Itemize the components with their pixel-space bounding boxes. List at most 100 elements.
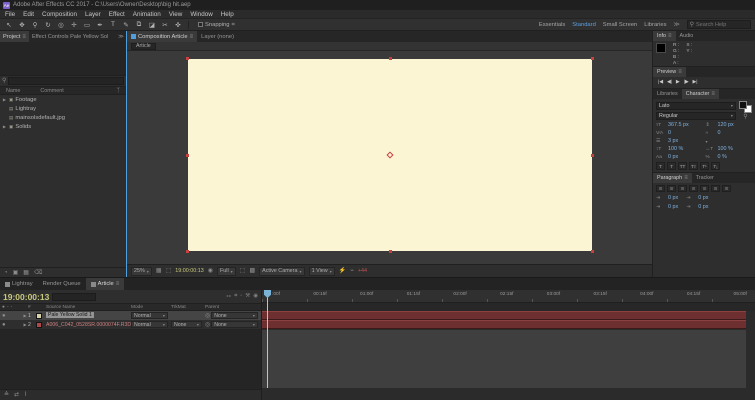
layer-row-1[interactable]: ● ▶ 1 Pale Yellow Solid 1 Normal ▾ ◎ Non… — [0, 311, 261, 320]
next-frame-button[interactable]: |▶ — [684, 80, 689, 85]
play-button[interactable]: ▶ — [676, 80, 680, 85]
transparency-grid-icon[interactable]: ▩ — [249, 268, 255, 274]
workspace-small-screen[interactable]: Small Screen — [603, 22, 637, 28]
font-style-dropdown[interactable]: Regular ▾ — [656, 111, 736, 120]
parent-header[interactable]: Parent — [205, 305, 261, 310]
fill-stroke-swatches[interactable] — [739, 101, 752, 113]
previous-frame-button[interactable]: ◀| — [667, 80, 672, 85]
tab-composition-article[interactable]: Composition Article ≡ — [127, 31, 198, 42]
layer-name[interactable]: A006_C042_0528SR.0000074F.R3D — [46, 322, 131, 328]
layer-name[interactable]: Pale Yellow Solid 1 — [46, 311, 94, 318]
magnification-dropdown[interactable]: 25% ▾ — [131, 266, 152, 276]
panel-menu-icon[interactable]: ≡ — [668, 33, 672, 39]
current-time-indicator-line[interactable] — [267, 290, 268, 388]
active-camera-dropdown[interactable]: Active Camera ▾ — [259, 266, 305, 276]
brush-tool-icon[interactable]: ✎ — [121, 21, 131, 29]
tab-preview[interactable]: Preview ≡ — [653, 67, 686, 77]
tab-project[interactable]: Project ≡ — [0, 31, 29, 42]
new-folder-icon[interactable]: ▣ — [13, 270, 19, 276]
trkmat-header[interactable]: TrkMat — [171, 305, 205, 310]
snapping-checkbox[interactable] — [198, 22, 203, 27]
composition-viewport[interactable] — [127, 51, 652, 264]
selection-tool-icon[interactable]: ↖ — [4, 21, 14, 29]
blend-mode-dropdown[interactable]: Normal ▾ — [131, 321, 168, 328]
snapping-options-icon[interactable]: ⌗ — [232, 22, 235, 28]
subscript-toggle[interactable]: T₁ — [711, 162, 720, 170]
frame-blending-icon[interactable]: ⚒ — [245, 293, 250, 300]
anchor-point-marker[interactable] — [385, 151, 394, 159]
edge-handle[interactable] — [185, 154, 189, 157]
justify-last-center-button[interactable]: ☰ — [700, 185, 709, 192]
parent-dropdown[interactable]: None ▾ — [211, 312, 258, 319]
menu-edit[interactable]: Edit — [23, 11, 34, 18]
tab-effect-controls[interactable]: Effect Controls Pale Yellow Sol — [29, 31, 111, 42]
tab-audio[interactable]: Audio — [676, 31, 698, 41]
workspace-standard[interactable]: Standard — [572, 22, 596, 28]
expand-transfer-controls-icon[interactable]: ⇄ — [14, 392, 19, 398]
faux-bold-toggle[interactable]: T — [656, 162, 665, 170]
menu-window[interactable]: Window — [190, 11, 212, 18]
corner-handle[interactable] — [590, 57, 594, 60]
mode-header[interactable]: Mode — [131, 305, 171, 310]
puppet-pin-tool-icon[interactable]: ✜ — [173, 21, 183, 29]
panel-menu-icon[interactable]: ≡ — [684, 175, 688, 181]
workspace-essentials[interactable]: Essentials — [539, 22, 565, 28]
composition-timecode[interactable]: 19:00:00:13 — [175, 268, 203, 274]
menu-view[interactable]: View — [169, 11, 183, 18]
tab-libraries[interactable]: Libraries — [653, 89, 682, 99]
composition-breadcrumb[interactable]: Article — [131, 42, 156, 50]
tab-info[interactable]: Info ≡ — [653, 31, 676, 41]
timeline-track-area[interactable]: :00f 00:15f 01:00f 01:15f 02:00f 02:15f … — [262, 290, 755, 400]
workspace-libraries[interactable]: Libraries — [644, 22, 666, 28]
workspace-overflow-icon[interactable]: ≫ — [674, 22, 680, 28]
shape-tool-icon[interactable]: ▭ — [82, 21, 92, 29]
roto-brush-tool-icon[interactable]: ✂ — [160, 21, 170, 29]
fast-previews-icon[interactable]: ⚡ — [339, 268, 346, 274]
clone-stamp-tool-icon[interactable]: ⧉ — [134, 21, 144, 29]
stroke-style-dropdown[interactable]: ▾ — [706, 139, 753, 144]
edge-handle[interactable] — [590, 154, 594, 157]
corner-handle[interactable] — [185, 57, 189, 60]
exposure-value[interactable]: +44 — [358, 268, 367, 274]
justify-all-button[interactable]: ☰ — [722, 185, 731, 192]
project-search-input[interactable] — [8, 77, 124, 85]
camera-tool-icon[interactable]: ◎ — [56, 21, 66, 29]
tab-character[interactable]: Character ≡ — [681, 89, 719, 99]
zoom-tool-icon[interactable]: ⚲ — [30, 21, 40, 29]
project-item-lightray[interactable]: ▤ Lightray — [0, 104, 126, 113]
layer-bar-2[interactable] — [262, 320, 746, 329]
superscript-toggle[interactable]: T¹ — [700, 162, 709, 170]
tsume-field[interactable]: % 0 % — [706, 154, 753, 160]
expand-in-out-icon[interactable]: ⌇ — [24, 392, 27, 398]
corner-handle[interactable] — [185, 250, 189, 253]
mask-visibility-icon[interactable]: ⬚ — [166, 268, 172, 274]
project-tabs-overflow-icon[interactable]: ≫ — [118, 34, 126, 40]
project-item-mainsolsdefault[interactable]: ▤ mainsolsdefault.jpg — [0, 113, 126, 122]
panel-menu-icon[interactable]: ≡ — [190, 34, 194, 40]
menu-composition[interactable]: Composition — [42, 11, 77, 18]
type-tool-icon[interactable]: T — [108, 21, 118, 28]
tracking-field[interactable]: ≈ 0 — [706, 130, 753, 136]
indent-right-field[interactable]: ⇥ 0 px — [686, 195, 708, 201]
panel-menu-icon[interactable]: ≡ — [116, 281, 120, 287]
snapshot-icon[interactable]: ◉ — [208, 268, 213, 274]
tab-paragraph[interactable]: Paragraph ≡ — [653, 173, 692, 183]
menu-help[interactable]: Help — [221, 11, 234, 18]
grid-guides-icon[interactable]: ▦ — [156, 268, 162, 274]
trash-icon[interactable]: ⌫ — [34, 270, 42, 276]
pen-tool-icon[interactable]: ✒ — [95, 21, 105, 29]
shy-layers-icon[interactable]: ◦ — [240, 293, 242, 300]
source-name-header[interactable]: Source Name — [46, 305, 131, 310]
stroke-width-field[interactable]: ☰ 3 px — [656, 138, 703, 144]
font-size-field[interactable]: тT 367.5 px — [656, 122, 703, 128]
flowchart-icon[interactable]: ᛉ — [116, 88, 120, 94]
align-left-button[interactable]: ☰ — [656, 185, 665, 192]
layer-bar-1[interactable] — [262, 311, 746, 320]
space-before-field[interactable]: ⇥ 0 px — [656, 204, 678, 210]
snapping-toggle[interactable]: Snapping ⌗ — [198, 22, 235, 28]
project-columns-header[interactable]: Name Comment ᛉ — [0, 86, 126, 95]
first-frame-button[interactable]: |◀ — [658, 80, 663, 85]
panel-menu-icon[interactable]: ≡ — [678, 69, 682, 75]
trkmat-dropdown[interactable]: None ▾ — [171, 321, 202, 328]
resolution-dropdown[interactable]: Full ▾ — [216, 266, 236, 276]
